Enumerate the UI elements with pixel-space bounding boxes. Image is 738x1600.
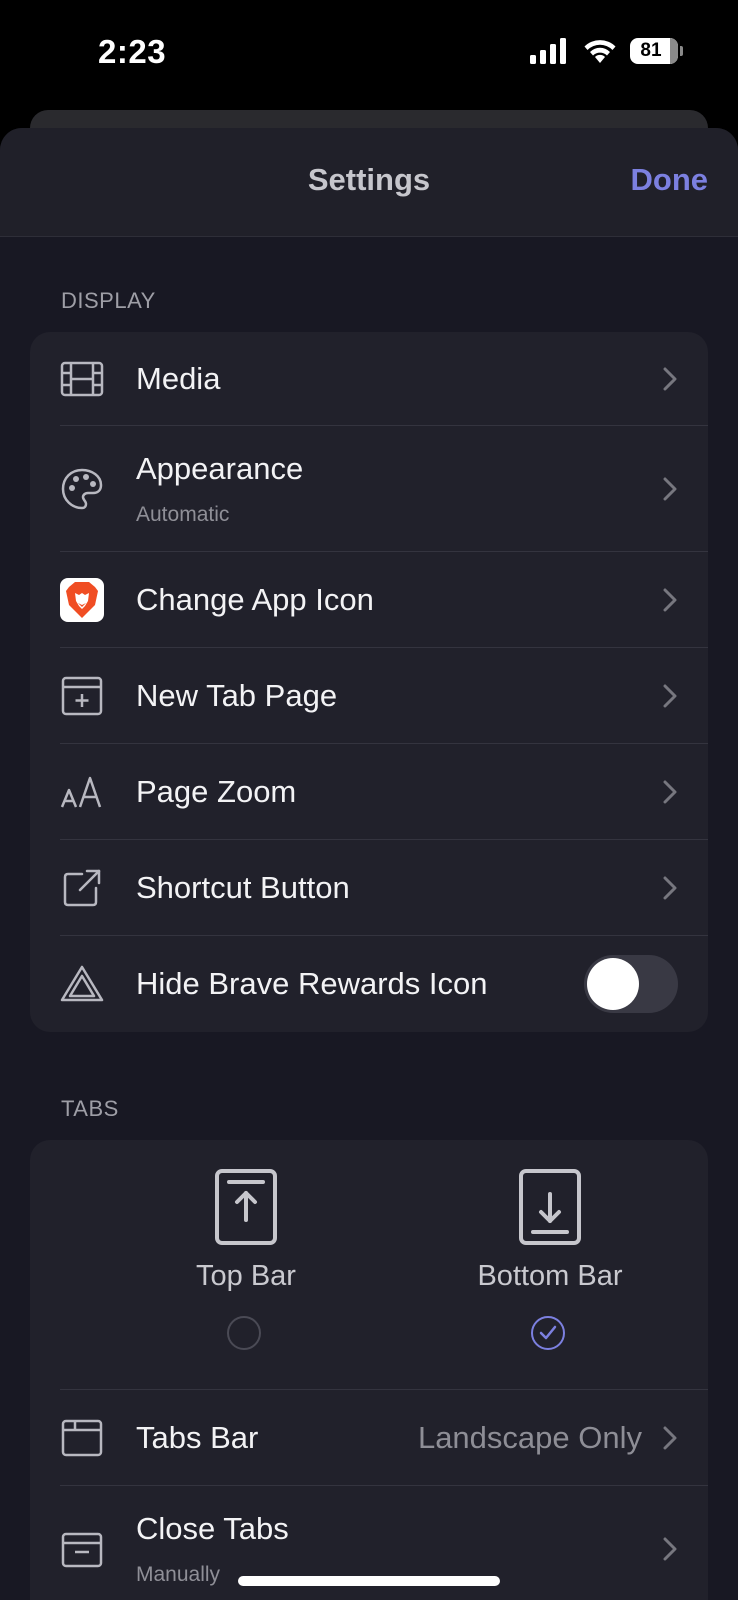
brave-lion-icon bbox=[60, 578, 104, 622]
settings-row-appearance[interactable]: Appearance Automatic bbox=[30, 426, 708, 552]
chevron-right-icon bbox=[660, 681, 680, 711]
hide-brave-rewards-toggle[interactable] bbox=[584, 955, 678, 1013]
chevron-right-icon bbox=[660, 1534, 680, 1564]
top-bar-icon bbox=[215, 1169, 277, 1245]
settings-sheet: Settings Done DISPLAY Media Appearance A… bbox=[0, 128, 738, 1600]
bottom-bar-option[interactable]: Bottom Bar bbox=[420, 1140, 680, 1390]
settings-row-subtitle: Automatic bbox=[136, 503, 230, 526]
settings-row-media[interactable]: Media bbox=[30, 332, 708, 426]
done-button[interactable]: Done bbox=[631, 162, 709, 198]
section-header-tabs: TABS bbox=[61, 1096, 119, 1121]
status-time: 2:23 bbox=[98, 33, 167, 70]
settings-row-label: Page Zoom bbox=[136, 774, 297, 809]
settings-row-page-zoom[interactable]: Page Zoom bbox=[30, 744, 708, 840]
battery-icon: 81 bbox=[630, 38, 683, 64]
settings-row-label: Hide Brave Rewards Icon bbox=[136, 966, 488, 1001]
chevron-right-icon bbox=[660, 1423, 680, 1453]
tabs-bar-icon bbox=[60, 1416, 104, 1460]
chevron-right-icon bbox=[660, 585, 680, 615]
chevron-right-icon bbox=[660, 474, 680, 504]
chevron-right-icon bbox=[660, 364, 680, 394]
battery-level: 81 bbox=[640, 40, 662, 61]
bottom-bar-label: Bottom Bar bbox=[477, 1260, 623, 1292]
settings-row-hide-brave-rewards-icon: Hide Brave Rewards Icon bbox=[30, 936, 708, 1032]
chevron-right-icon bbox=[660, 777, 680, 807]
top-bar-option[interactable]: Top Bar bbox=[116, 1140, 376, 1390]
settings-row-value: Landscape Only bbox=[417, 1420, 642, 1455]
toggle-knob bbox=[587, 958, 639, 1010]
wifi-icon bbox=[584, 40, 616, 63]
settings-row-label: Tabs Bar bbox=[136, 1420, 259, 1455]
home-indicator[interactable] bbox=[238, 1576, 500, 1586]
settings-row-new-tab-page[interactable]: New Tab Page bbox=[30, 648, 708, 744]
status-icons: 81 bbox=[530, 38, 683, 64]
text-size-icon bbox=[60, 770, 104, 814]
close-tabs-icon bbox=[60, 1527, 104, 1571]
section-header-display: DISPLAY bbox=[61, 288, 156, 313]
top-bar-label: Top Bar bbox=[196, 1260, 296, 1292]
new-tab-icon bbox=[60, 674, 104, 718]
cellular-signal-icon bbox=[530, 38, 566, 64]
navigation-bar: Settings Done bbox=[0, 128, 738, 237]
bar-position-selector: Top Bar Bottom Bar bbox=[30, 1140, 708, 1390]
settings-row-label: New Tab Page bbox=[136, 678, 338, 713]
checkmark-icon bbox=[539, 1325, 557, 1340]
settings-row-label: Appearance bbox=[136, 451, 304, 486]
film-icon bbox=[60, 357, 104, 401]
page-title: Settings bbox=[307, 162, 431, 197]
settings-row-shortcut-button[interactable]: Shortcut Button bbox=[30, 840, 708, 936]
brave-rewards-icon bbox=[60, 962, 104, 1006]
settings-row-label: Close Tabs bbox=[136, 1511, 289, 1546]
display-group: Media Appearance Automatic Change App Ic… bbox=[30, 332, 708, 1032]
settings-row-change-app-icon[interactable]: Change App Icon bbox=[30, 552, 708, 648]
palette-icon bbox=[60, 467, 104, 511]
external-link-icon bbox=[60, 866, 104, 910]
chevron-right-icon bbox=[660, 873, 680, 903]
bottom-bar-radio[interactable] bbox=[531, 1316, 565, 1350]
settings-row-label: Change App Icon bbox=[136, 582, 374, 617]
settings-row-label: Media bbox=[136, 361, 221, 396]
settings-row-tabs-bar[interactable]: Tabs Bar Landscape Only bbox=[30, 1390, 708, 1486]
bottom-bar-icon bbox=[519, 1169, 581, 1245]
tabs-group: Top Bar Bottom Bar Tabs Bar Landscape On… bbox=[30, 1140, 708, 1600]
top-bar-radio[interactable] bbox=[227, 1316, 261, 1350]
settings-row-label: Shortcut Button bbox=[136, 870, 350, 905]
status-bar: 2:23 81 bbox=[0, 0, 738, 110]
